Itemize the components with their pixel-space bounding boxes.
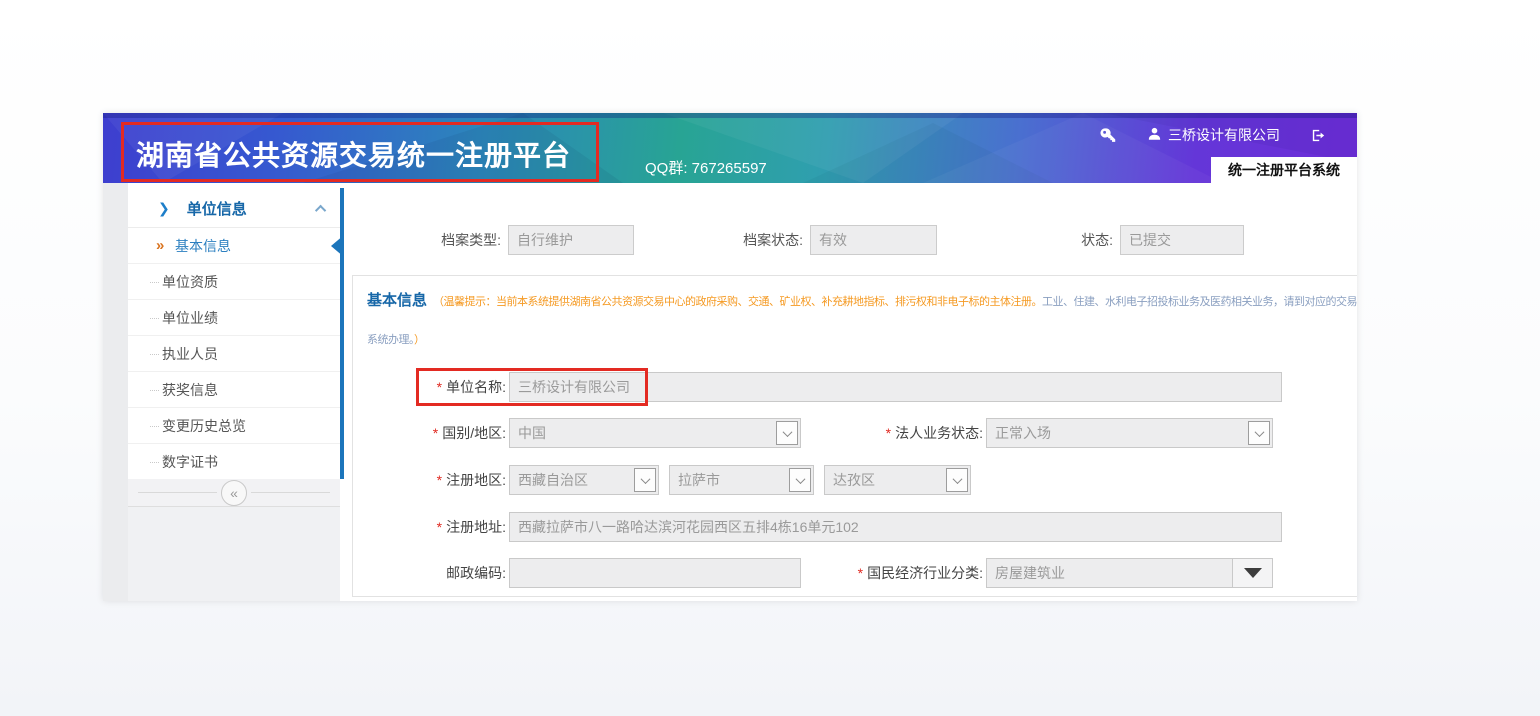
sidebar-collapse-button[interactable]: « bbox=[221, 480, 247, 506]
archive-status-input[interactable]: 有效 bbox=[810, 225, 937, 255]
industry-select[interactable]: 房屋建筑业 bbox=[986, 558, 1273, 588]
sidebar-item-basic-info[interactable]: » 基本信息 bbox=[128, 228, 340, 264]
sidebar-item-unit-performance[interactable]: 单位业绩 bbox=[128, 300, 340, 336]
chevron-up-icon bbox=[315, 204, 326, 215]
app-header: 湖南省公共资源交易统一注册平台 QQ群: 767265597 三桥设计有限公司 … bbox=[103, 113, 1357, 183]
dropdown-triangle-icon bbox=[1232, 559, 1272, 587]
city-select[interactable]: 拉萨市 bbox=[669, 465, 814, 495]
sidebar-item-digital-certificate[interactable]: 数字证书 bbox=[128, 444, 340, 480]
panel-hint-orange: （温馨提示：当前本系统提供湖南省公共资源交易中心的政府采购、交通、矿业权、补充耕… bbox=[433, 296, 1042, 308]
dropdown-chevron-icon bbox=[776, 421, 798, 445]
user-name: 三桥设计有限公司 bbox=[1168, 125, 1280, 145]
dropdown-chevron-icon bbox=[789, 468, 811, 492]
field-label: 档案状态: bbox=[733, 230, 803, 250]
sidebar-item-label: 基本信息 bbox=[175, 236, 231, 256]
panel-header: 基本信息 （温馨提示：当前本系统提供湖南省公共资源交易中心的政府采购、交通、矿业权… bbox=[353, 276, 1357, 359]
page-background: 湖南省公共资源交易统一注册平台 QQ群: 767265597 三桥设计有限公司 … bbox=[0, 0, 1540, 716]
dropdown-chevron-icon bbox=[946, 468, 968, 492]
legal-status-select[interactable]: 正常入场 bbox=[986, 418, 1273, 448]
sidebar-collapse-row: « bbox=[128, 479, 340, 507]
archive-type-input[interactable]: 自行维护 bbox=[508, 225, 634, 255]
sidebar-item-label: 单位资质 bbox=[162, 272, 218, 292]
current-user-menu[interactable]: 三桥设计有限公司 bbox=[1147, 125, 1280, 145]
active-marker-icon: » bbox=[156, 237, 164, 254]
country-select[interactable]: 中国 bbox=[509, 418, 801, 448]
app-window: 湖南省公共资源交易统一注册平台 QQ群: 767265597 三桥设计有限公司 … bbox=[103, 113, 1357, 601]
unit-name-input[interactable]: 三桥设计有限公司 bbox=[509, 372, 1282, 402]
tree-dash bbox=[150, 282, 159, 283]
dropdown-chevron-icon bbox=[634, 468, 656, 492]
unit-name-label: *单位名称: bbox=[353, 372, 506, 402]
sidebar-item-unit-qualification[interactable]: 单位资质 bbox=[128, 264, 340, 300]
basic-info-panel: 基本信息 （温馨提示：当前本系统提供湖南省公共资源交易中心的政府采购、交通、矿业权… bbox=[352, 275, 1357, 597]
province-select[interactable]: 西藏自治区 bbox=[509, 465, 659, 495]
tree-dash bbox=[150, 426, 159, 427]
required-asterisk: * bbox=[858, 565, 863, 581]
main-panel: 档案类型: 自行维护 档案状态: 有效 状态: 已提交 基本信息 （温馨提示：当前… bbox=[344, 183, 1357, 601]
chevron-right-icon: ❯ bbox=[158, 200, 170, 217]
country-label: *国别/地区: bbox=[353, 418, 506, 448]
required-asterisk: * bbox=[433, 425, 438, 441]
collapse-left-icon: « bbox=[230, 485, 238, 501]
panel-hint-close: ） bbox=[414, 334, 425, 346]
tree-dash bbox=[150, 390, 159, 391]
industry-label: *国民经济行业分类: bbox=[808, 558, 983, 588]
sidebar-item-awards[interactable]: 获奖信息 bbox=[128, 372, 340, 408]
tab-unified-registration-system[interactable]: 统一注册平台系统 bbox=[1211, 157, 1357, 183]
sidebar-item-label: 获奖信息 bbox=[162, 380, 218, 400]
sidebar-item-practitioners[interactable]: 执业人员 bbox=[128, 336, 340, 372]
key-icon[interactable] bbox=[1100, 127, 1117, 144]
sidebar-item-label: 变更历史总览 bbox=[162, 416, 246, 436]
submit-status-input[interactable]: 已提交 bbox=[1120, 225, 1244, 255]
sidebar-item-change-history[interactable]: 变更历史总览 bbox=[128, 408, 340, 444]
legal-status-label: *法人业务状态: bbox=[808, 418, 983, 448]
field-label: 档案类型: bbox=[431, 230, 501, 250]
district-select[interactable]: 达孜区 bbox=[824, 465, 971, 495]
sidebar-group-label: 单位信息 bbox=[187, 198, 247, 219]
required-asterisk: * bbox=[886, 425, 891, 441]
annotation-box-title bbox=[121, 122, 599, 182]
divider bbox=[138, 492, 217, 493]
required-asterisk: * bbox=[437, 472, 442, 488]
qq-group-label: QQ群: 767265597 bbox=[645, 157, 767, 178]
record-status-row: 档案类型: 自行维护 档案状态: 有效 状态: 已提交 bbox=[344, 225, 1357, 255]
tree-dash bbox=[150, 462, 159, 463]
sidebar-group-unit-info[interactable]: ❯ 单位信息 bbox=[128, 190, 340, 228]
logout-icon[interactable] bbox=[1310, 127, 1327, 144]
sidebar-item-label: 单位业绩 bbox=[162, 308, 218, 328]
postal-code-input[interactable] bbox=[509, 558, 801, 588]
divider bbox=[251, 492, 330, 493]
dropdown-chevron-icon bbox=[1248, 421, 1270, 445]
sidebar-empty-area bbox=[128, 507, 340, 601]
reg-address-label: *注册地址: bbox=[353, 512, 506, 542]
field-label: 状态: bbox=[1071, 230, 1113, 250]
tree-dash bbox=[150, 354, 159, 355]
postal-code-label: 邮政编码: bbox=[353, 558, 506, 588]
tree-dash bbox=[150, 318, 159, 319]
sidebar-item-label: 数字证书 bbox=[162, 452, 218, 472]
required-asterisk: * bbox=[437, 519, 442, 535]
required-asterisk: * bbox=[437, 379, 442, 395]
content-area: ❯ 单位信息 » 基本信息 单位资质 单位业绩 bbox=[103, 183, 1357, 601]
panel-title: 基本信息 bbox=[367, 292, 427, 309]
reg-region-label: *注册地区: bbox=[353, 465, 506, 495]
left-gutter bbox=[103, 183, 128, 601]
user-icon bbox=[1147, 126, 1162, 144]
sidebar-item-label: 执业人员 bbox=[162, 344, 218, 364]
reg-address-input[interactable]: 西藏拉萨市八一路哈达滨河花园西区五排4栋16单元102 bbox=[509, 512, 1282, 542]
header-top-accent bbox=[103, 113, 1357, 118]
